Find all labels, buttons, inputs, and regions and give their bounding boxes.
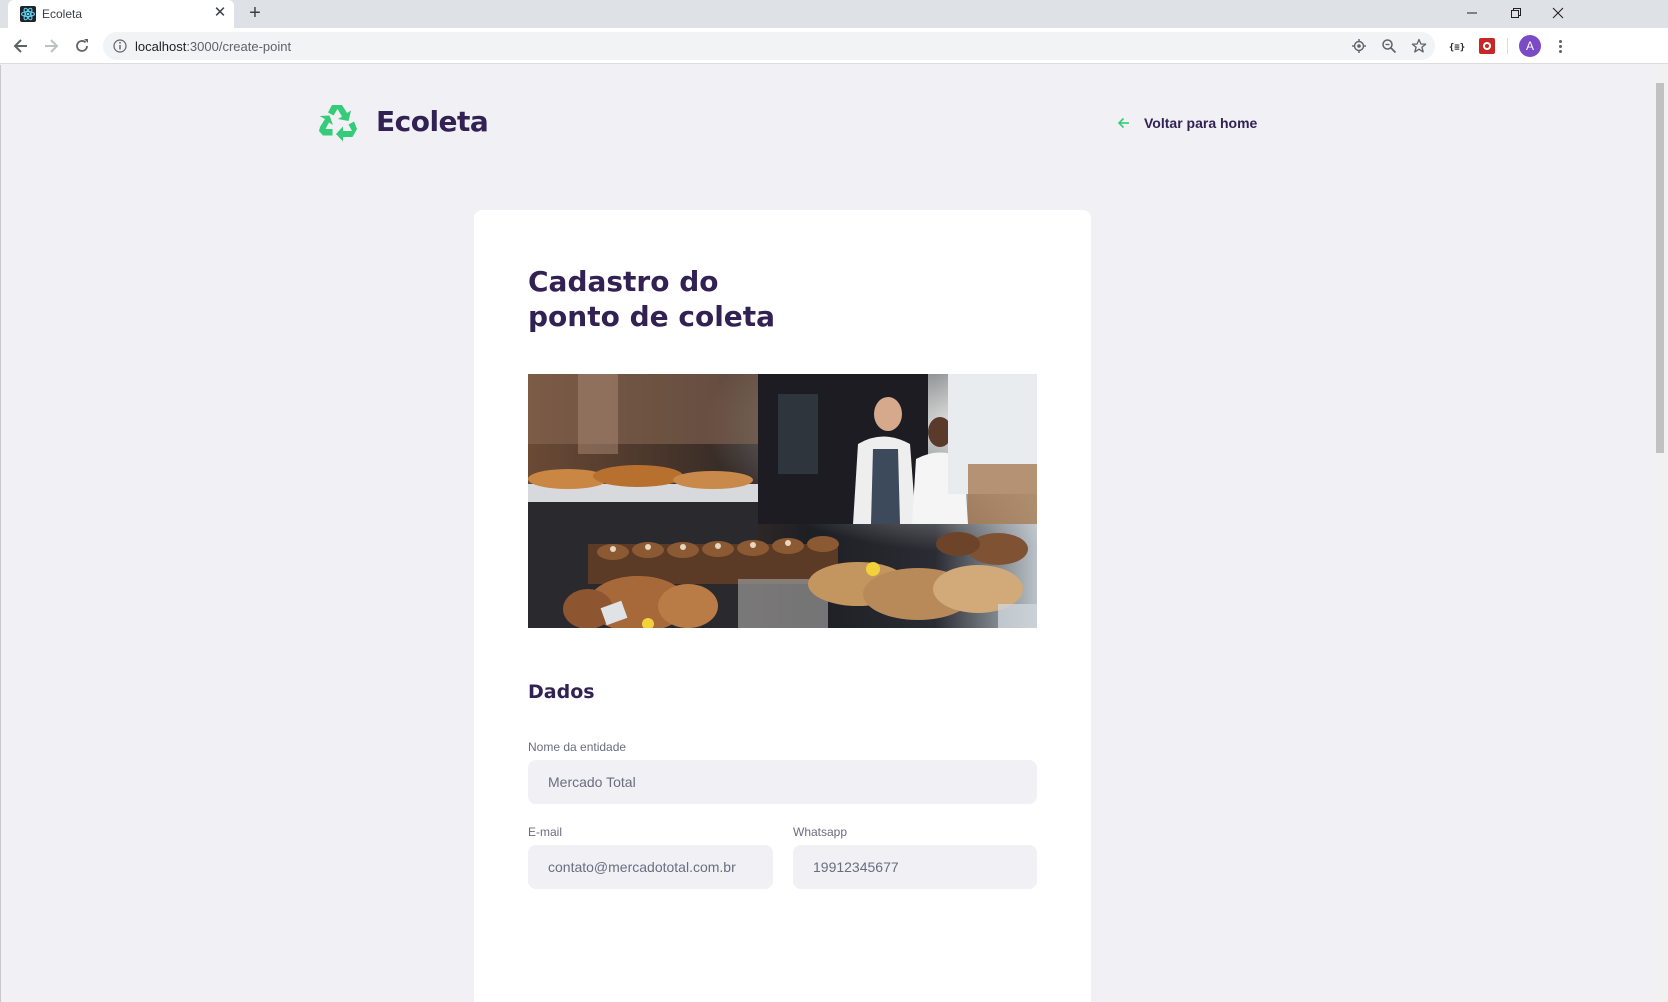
dot-icon (1558, 44, 1562, 48)
info-icon[interactable] (113, 39, 127, 53)
page-scrollbar[interactable] (1652, 65, 1668, 1002)
minimize-icon (1467, 12, 1477, 14)
create-point-form: Cadastro do ponto de coleta Dados Nome d… (474, 210, 1091, 1002)
whatsapp-input[interactable] (793, 845, 1037, 889)
braces-icon: {≡} (1449, 43, 1465, 53)
reload-icon (76, 39, 88, 52)
back-home-label: Voltar para home (1144, 115, 1258, 131)
viewport-edge (0, 65, 1, 1002)
email-input[interactable] (528, 845, 773, 889)
recycle-logo-icon (319, 105, 357, 142)
browser-toolbar: localhost:3000/create-point {≡} A (0, 28, 1668, 64)
close-window-button[interactable] (1536, 0, 1580, 26)
address-bar[interactable]: localhost:3000/create-point (103, 32, 1435, 60)
toolbar-divider (1507, 38, 1508, 54)
red-extension-icon[interactable] (1477, 36, 1497, 56)
bakery-hero-image (528, 374, 1037, 628)
dot-icon (1558, 49, 1562, 53)
react-favicon-icon (20, 6, 36, 22)
browser-menu-button[interactable] (1552, 36, 1568, 56)
url-text[interactable]: localhost:3000/create-point (135, 39, 291, 54)
close-icon (1552, 7, 1564, 19)
arrow-left-icon (1117, 117, 1129, 129)
title-line-2: ponto de coleta (528, 300, 776, 333)
arrow-right-icon (45, 39, 59, 53)
restore-button[interactable] (1494, 0, 1538, 26)
tab-title: Ecoleta (42, 7, 83, 21)
logo-text: Ecoleta (376, 105, 489, 138)
bookmark-star-icon[interactable] (1411, 38, 1427, 54)
dot-icon (1558, 39, 1562, 43)
extension-badge-icon (1479, 38, 1495, 54)
arrow-left-icon (13, 39, 27, 53)
page-viewport: Ecoleta Voltar para home Cadastro do pon… (0, 65, 1668, 1002)
scrollbar-thumb[interactable] (1656, 83, 1664, 453)
zoom-icon[interactable] (1381, 38, 1397, 54)
whatsapp-field-label: Whatsapp (793, 825, 848, 839)
tab-close-icon[interactable]: ✕ (212, 5, 228, 21)
json-extension-icon[interactable]: {≡} (1447, 36, 1467, 56)
browser-tab[interactable]: Ecoleta ✕ (8, 0, 234, 28)
reload-button[interactable] (70, 34, 94, 58)
url-host: localhost (135, 39, 187, 54)
location-icon[interactable] (1351, 38, 1367, 54)
section-title-dados: Dados (528, 681, 595, 703)
svg-text:{≡}: {≡} (1449, 43, 1465, 53)
name-input[interactable] (528, 760, 1037, 804)
page-title: Cadastro do ponto de coleta (528, 264, 848, 334)
title-line-1: Cadastro do (528, 265, 719, 298)
minimize-button[interactable] (1450, 0, 1494, 26)
profile-avatar[interactable]: A (1519, 35, 1541, 57)
name-field-label: Nome da entidade (528, 740, 627, 754)
url-path: :3000/create-point (186, 39, 292, 54)
new-tab-button[interactable]: + (244, 3, 266, 25)
back-button[interactable] (9, 34, 33, 58)
restore-icon (1511, 8, 1521, 18)
tab-strip: Ecoleta ✕ + (0, 0, 1668, 28)
back-home-link[interactable]: Voltar para home (1116, 115, 1257, 131)
forward-button[interactable] (39, 34, 63, 58)
email-field-label: E-mail (528, 825, 563, 839)
